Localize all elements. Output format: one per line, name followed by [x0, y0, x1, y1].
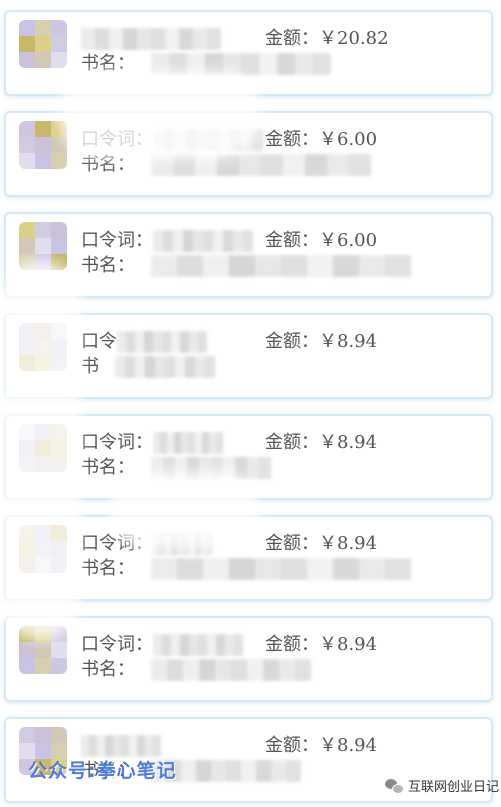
order-card[interactable]: 口令书 金额：￥8.94: [4, 313, 493, 399]
code-label: 口令词：: [81, 432, 153, 453]
redacted-book-title: [151, 255, 411, 277]
redacted-code: [81, 735, 161, 757]
wechat-icon: [385, 778, 404, 794]
redacted-code: [153, 432, 223, 454]
code-label: 口令词：: [81, 230, 153, 251]
amount-line: 金额：￥20.82: [265, 28, 389, 50]
code-line: 口令词：: [81, 432, 223, 454]
amount-label: 金额：: [265, 28, 319, 49]
book-label: 书名：: [81, 558, 135, 579]
book-line: 书名：: [81, 558, 411, 580]
amount-line: 金额：￥8.94: [265, 533, 377, 555]
order-card[interactable]: 口令词： 书名： 金额：￥6.00: [4, 212, 493, 298]
amount-value: ￥8.94: [319, 533, 378, 554]
redacted-code: [81, 28, 221, 50]
code-line: 口令词：: [81, 230, 253, 252]
redacted-book-title: [151, 154, 371, 176]
book-label: 书名：: [81, 457, 135, 478]
redacted-code: [153, 634, 243, 656]
book-line: 书: [81, 356, 215, 378]
book-cover-avatar: [19, 525, 67, 573]
book-label: 书名：: [81, 154, 135, 175]
amount-value: ￥6.00: [319, 230, 378, 251]
book-cover-avatar: [19, 424, 67, 472]
amount-line: 金额：￥6.00: [265, 230, 377, 252]
amount-line: 金额：￥8.94: [265, 634, 377, 656]
amount-label: 金额：: [265, 230, 319, 251]
book-line: 书名：: [81, 457, 271, 479]
amount-value: ￥8.94: [319, 735, 378, 756]
watermark-right-text: 互联网创业日记: [408, 780, 500, 795]
amount-line: 金额：￥8.94: [265, 432, 377, 454]
book-label: 书名：: [81, 53, 135, 74]
order-list: 书名： 金额：￥20.82 口令词： 书名： 金额：￥6.00 口令词： 书名： 金额：￥6.…: [0, 0, 501, 807]
book-label: 书名：: [81, 255, 135, 276]
order-card[interactable]: 口令词： 书名： 金额：￥8.94: [4, 414, 493, 500]
code-line: [81, 735, 161, 757]
redacted-code: [153, 533, 213, 555]
code-label: 口令词：: [81, 634, 153, 655]
book-label: 书名：: [81, 659, 135, 680]
book-cover-avatar: [19, 20, 67, 68]
amount-label: 金额：: [265, 331, 319, 352]
order-card[interactable]: 口令词： 书名： 金额：￥8.94: [4, 515, 493, 601]
redacted-book-title: [151, 659, 311, 681]
watermark-left: 公众号:拳心笔记: [28, 760, 177, 782]
amount-value: ￥8.94: [319, 432, 378, 453]
amount-label: 金额：: [265, 634, 319, 655]
redacted-book-title: [115, 356, 215, 378]
amount-line: 金额：￥6.00: [265, 129, 377, 151]
redacted-code: [153, 129, 263, 151]
book-cover-avatar: [19, 626, 67, 674]
book-cover-avatar: [19, 323, 67, 371]
amount-value: ￥8.94: [319, 331, 378, 352]
amount-label: 金额：: [265, 533, 319, 554]
redacted-code: [153, 230, 253, 252]
code-line: 口令词：: [81, 129, 263, 151]
book-label: 书: [81, 356, 99, 377]
order-card[interactable]: 书名： 金额：￥20.82: [4, 10, 493, 96]
book-line: 书名：: [81, 255, 411, 277]
book-line: 书名：: [81, 53, 331, 75]
book-line: 书名：: [81, 659, 311, 681]
order-card[interactable]: 口令词： 书名： 金额：￥6.00: [4, 111, 493, 197]
redacted-book-title: [151, 53, 331, 75]
redacted-book-title: [151, 558, 411, 580]
amount-label: 金额：: [265, 735, 319, 756]
code-label: 口令词：: [81, 129, 153, 150]
amount-label: 金额：: [265, 432, 319, 453]
book-cover-avatar: [19, 121, 67, 169]
redacted-book-title: [151, 457, 271, 479]
code-label: 口令: [81, 331, 117, 352]
amount-line: 金额：￥8.94: [265, 331, 377, 353]
book-cover-avatar: [19, 222, 67, 270]
amount-value: ￥6.00: [319, 129, 378, 150]
code-line: 口令: [81, 331, 207, 353]
amount-label: 金额：: [265, 129, 319, 150]
amount-line: 金额：￥8.94: [265, 735, 377, 757]
code-line: [81, 28, 221, 50]
order-card[interactable]: 口令词： 书名： 金额：￥8.94: [4, 616, 493, 702]
redacted-code: [117, 331, 207, 353]
code-line: 口令词：: [81, 634, 243, 656]
amount-value: ￥20.82: [319, 28, 389, 49]
book-line: 书名：: [81, 154, 371, 176]
amount-value: ￥8.94: [319, 634, 378, 655]
watermark-right: 互联网创业日记: [385, 776, 499, 795]
code-line: 口令词：: [81, 533, 213, 555]
code-label: 口令词：: [81, 533, 153, 554]
